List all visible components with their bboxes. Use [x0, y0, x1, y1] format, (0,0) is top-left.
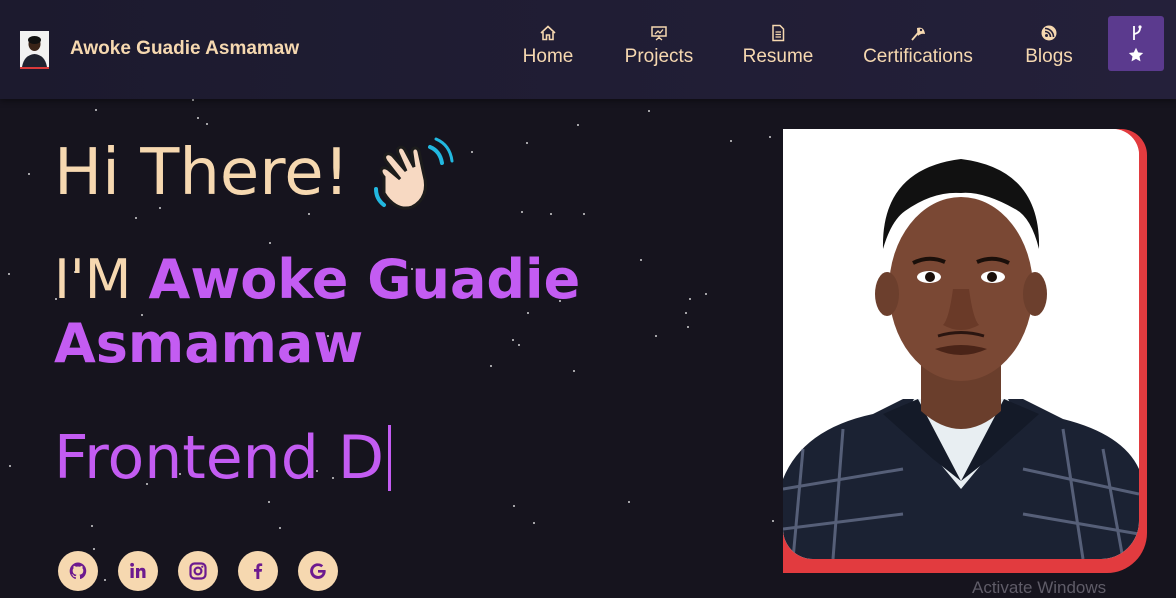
hero-intro: I'M Awoke Guadie Asmamaw: [54, 248, 694, 376]
git-fork-icon: [1133, 25, 1142, 40]
star-dot: [769, 136, 771, 138]
profile-photo: [783, 129, 1147, 573]
facebook-link[interactable]: [238, 551, 278, 591]
hero-greeting: Hi There!: [54, 136, 350, 210]
star-dot: [135, 217, 137, 219]
star-dot: [577, 124, 579, 126]
brand-name[interactable]: Awoke Guadie Asmamaw: [70, 38, 299, 60]
github-icon: [69, 562, 87, 579]
facebook-icon: [254, 563, 263, 579]
star-dot: [628, 501, 630, 503]
typing-cursor: [388, 425, 392, 491]
nav-item-blogs[interactable]: Blogs: [1022, 20, 1076, 80]
blogs-icon: [1041, 25, 1057, 41]
star-dot: [279, 527, 281, 529]
nav-label-projects: Projects: [624, 46, 694, 67]
navbar: Awoke Guadie Asmamaw Home Projects Resum…: [0, 0, 1176, 99]
nav-label-home: Home: [522, 46, 574, 67]
star-dot: [197, 117, 199, 119]
star-dot: [471, 151, 473, 153]
brand-avatar[interactable]: [20, 31, 49, 69]
nav-item-certifications[interactable]: Certifications: [860, 20, 976, 80]
star-dot: [28, 173, 30, 175]
typed-role: Frontend D: [54, 423, 392, 493]
instagram-link[interactable]: [178, 551, 218, 591]
windows-activation-watermark: Activate Windows: [972, 578, 1107, 597]
star-dot: [730, 140, 732, 142]
google-link[interactable]: [298, 551, 338, 591]
star-dot: [93, 548, 95, 550]
nav-label-resume: Resume: [742, 46, 814, 67]
certifications-icon: [911, 27, 925, 41]
instagram-icon: [189, 562, 207, 580]
typed-text: Frontend D: [54, 423, 385, 493]
star-dot: [8, 273, 10, 275]
home-icon: [540, 25, 556, 41]
star-dot: [91, 525, 93, 527]
star-dot: [526, 142, 528, 144]
github-link[interactable]: [58, 551, 98, 591]
star-dot: [648, 110, 650, 112]
nav-item-home[interactable]: Home: [518, 20, 578, 80]
star-dot: [95, 109, 97, 111]
github-fork-button[interactable]: [1108, 16, 1164, 71]
star-dot: [269, 242, 271, 244]
intro-prefix: I'M: [54, 248, 149, 311]
star-dot: [513, 505, 515, 507]
star-dot: [705, 293, 707, 295]
star-dot: [533, 522, 535, 524]
nav-label-certifications: Certifications: [863, 46, 973, 67]
star-dot: [550, 213, 552, 215]
star-dot: [268, 501, 270, 503]
resume-icon: [772, 24, 785, 42]
star-dot: [772, 520, 774, 522]
star-dot: [192, 99, 194, 101]
linkedin-link[interactable]: [118, 551, 158, 591]
star-dot: [9, 465, 11, 467]
star-dot: [308, 213, 310, 215]
google-icon: [310, 563, 326, 579]
linkedin-icon: [130, 562, 146, 578]
nav-label-blogs: Blogs: [1025, 46, 1073, 67]
star-icon: [1128, 47, 1144, 62]
nav-item-projects[interactable]: Projects: [622, 20, 696, 80]
star-dot: [104, 579, 106, 581]
projects-icon: [651, 26, 667, 41]
star-dot: [521, 211, 523, 213]
star-dot: [206, 123, 208, 125]
star-dot: [583, 213, 585, 215]
waving-hand-icon: [374, 137, 454, 210]
nav-item-resume[interactable]: Resume: [742, 20, 814, 80]
